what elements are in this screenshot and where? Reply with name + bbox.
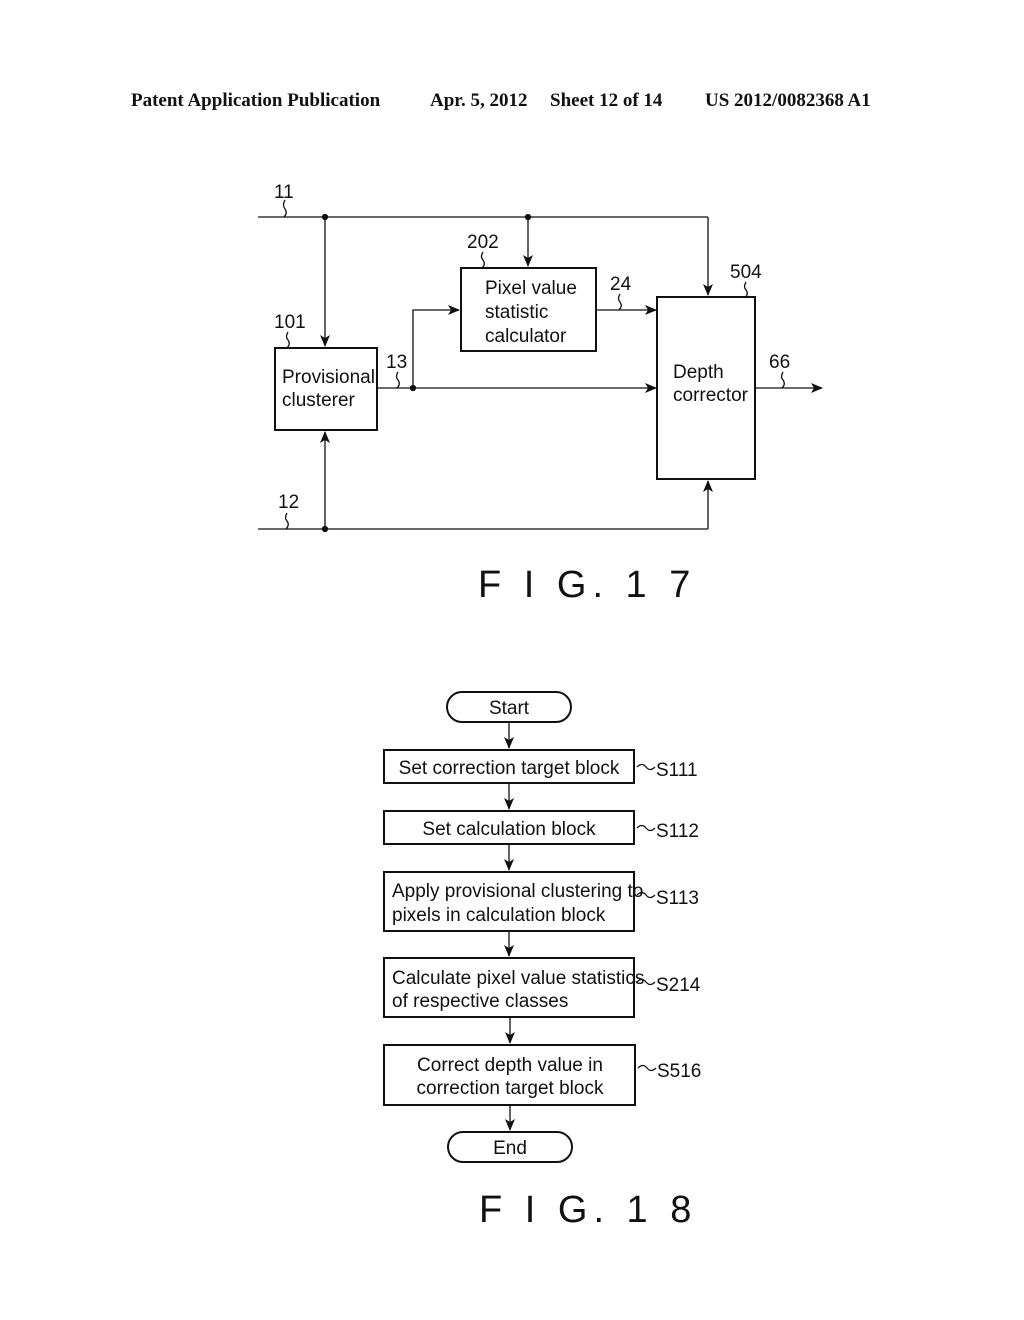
leader-101 <box>285 331 290 349</box>
clusterer-text-line: Provisional <box>282 367 375 388</box>
depth-corrector-text-line: Depth <box>673 362 724 383</box>
signal-label-11: 11 <box>274 182 294 203</box>
stat-calc-text-line: Pixel value <box>485 278 577 299</box>
step-id-label: S113 <box>656 888 699 909</box>
step-text-line: Set calculation block <box>422 819 596 840</box>
leader-202 <box>480 251 485 269</box>
ref-label-202: 202 <box>467 232 499 253</box>
leader-24 <box>617 293 622 311</box>
step-text-line: pixels in calculation block <box>392 905 606 926</box>
leader-66 <box>780 371 785 389</box>
step-leader <box>637 1064 657 1072</box>
figures-canvas: 11 12 13 24 66 101 202 504 Provisional c… <box>258 182 823 1231</box>
fig17-labels: 11 12 13 24 66 101 202 504 Provisional c… <box>274 182 790 606</box>
block-provisional-clusterer <box>274 347 378 431</box>
step-text-line: Calculate pixel value statistics <box>392 968 644 989</box>
leader-12 <box>284 512 289 530</box>
step-text-line: of respective classes <box>392 991 568 1012</box>
signal-label-12: 12 <box>278 492 299 513</box>
clusterer-text-line: clusterer <box>282 390 356 411</box>
junction-dot <box>321 213 329 221</box>
start-label: Start <box>489 698 530 719</box>
depth-corrector-text-line: corrector <box>673 385 749 406</box>
junction-dot <box>409 384 417 392</box>
stat-calc-text-line: statistic <box>485 302 548 323</box>
ref-label-504: 504 <box>730 262 762 283</box>
junction-dot <box>321 525 329 533</box>
signal-label-24: 24 <box>610 274 632 295</box>
junction-dot <box>524 213 532 221</box>
step-id-label: S111 <box>656 760 698 781</box>
fig17-block-diagram <box>258 199 823 533</box>
leader-504 <box>743 281 748 299</box>
figure-17-caption: F I G. 1 7 <box>478 564 696 606</box>
fig18-labels: Start End Set correction target block Se… <box>392 698 701 1231</box>
step-text-line: correction target block <box>417 1078 604 1099</box>
step-id-label: S516 <box>657 1061 701 1082</box>
leader-13 <box>395 371 400 389</box>
ref-label-101: 101 <box>274 312 306 333</box>
step-id-label: S214 <box>656 975 701 996</box>
step-leader <box>636 824 656 832</box>
step-text-line: Set correction target block <box>399 758 620 779</box>
signal-label-66: 66 <box>769 352 790 373</box>
step-text-line: Apply provisional clustering to <box>392 881 643 902</box>
step-text-line: Correct depth value in <box>417 1055 603 1076</box>
arrow-13-to-stat <box>412 305 460 388</box>
figure-18-caption: F I G. 1 8 <box>479 1189 697 1231</box>
step-id-label: S112 <box>656 821 699 842</box>
signal-label-13: 13 <box>386 352 407 373</box>
stat-calc-text-line: calculator <box>485 326 567 347</box>
end-label: End <box>493 1138 527 1159</box>
step-leader <box>636 763 656 771</box>
